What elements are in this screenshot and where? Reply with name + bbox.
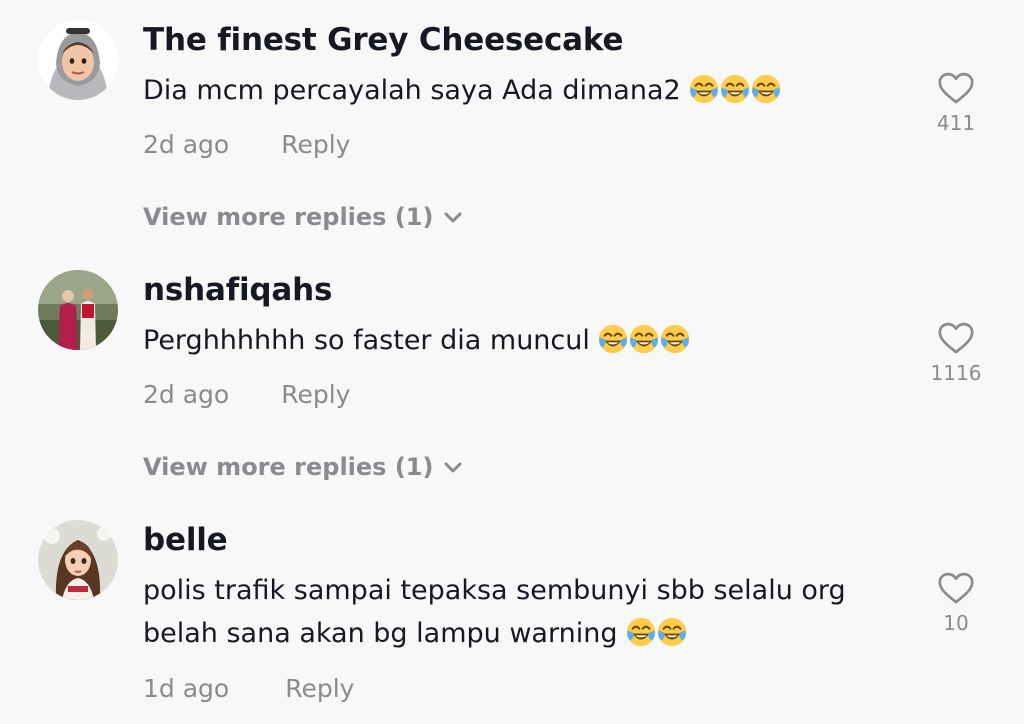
comment-username[interactable]: belle <box>143 522 228 558</box>
heart-icon <box>938 572 974 605</box>
reply-button[interactable]: Reply <box>281 130 350 159</box>
comment-text: Perghhhhhh so faster dia muncul <box>143 319 903 362</box>
face-with-tears-of-joy-icon <box>751 74 781 104</box>
comment-meta: 2d ago Reply <box>143 130 350 159</box>
comment-text-content: Perghhhhhh so faster dia muncul <box>143 325 590 356</box>
like-button[interactable]: 411 <box>930 72 982 135</box>
like-count: 411 <box>936 111 976 135</box>
comment-username[interactable]: The finest Grey Cheesecake <box>143 22 624 58</box>
comment-text-line: polis trafik sampai tepaksa sembunyi sbb… <box>143 575 846 606</box>
face-with-tears-of-joy-icon <box>720 74 750 104</box>
comment-meta: 1d ago Reply <box>143 674 354 703</box>
comment-time: 1d ago <box>143 674 230 703</box>
comment-text-line: belah sana akan bg lampu warning <box>143 618 618 649</box>
view-more-replies-label: View more replies (1) <box>143 453 434 481</box>
heart-icon <box>938 72 974 105</box>
like-button[interactable]: 1116 <box>930 322 982 385</box>
view-more-replies-label: View more replies (1) <box>143 203 434 231</box>
like-button[interactable]: 10 <box>930 572 982 635</box>
chevron-down-icon <box>443 212 463 224</box>
comment-meta: 2d ago Reply <box>143 380 350 409</box>
face-with-tears-of-joy-icon <box>598 324 628 354</box>
comment-text: Dia mcm percayalah saya Ada dimana2 <box>143 69 903 112</box>
face-with-tears-of-joy-icon <box>657 617 687 647</box>
avatar[interactable] <box>38 270 118 350</box>
comment-time: 2d ago <box>143 130 230 159</box>
face-with-tears-of-joy-icon <box>689 74 719 104</box>
avatar[interactable] <box>38 520 118 600</box>
reply-button[interactable]: Reply <box>281 380 350 409</box>
comment-text-line-wrap: belah sana akan bg lampu warning <box>143 612 903 655</box>
comment-time: 2d ago <box>143 380 230 409</box>
comment-text: polis trafik sampai tepaksa sembunyi sbb… <box>143 569 903 655</box>
chevron-down-icon <box>443 462 463 474</box>
heart-icon <box>938 322 974 355</box>
face-with-tears-of-joy-icon <box>660 324 690 354</box>
comment-text-content: Dia mcm percayalah saya Ada dimana2 <box>143 75 681 106</box>
comment-username[interactable]: nshafiqahs <box>143 272 332 308</box>
like-count: 1116 <box>930 361 982 385</box>
face-with-tears-of-joy-icon <box>626 617 656 647</box>
avatar[interactable] <box>38 20 118 100</box>
reply-button[interactable]: Reply <box>285 674 354 703</box>
like-count: 10 <box>943 611 969 635</box>
view-more-replies-button[interactable]: View more replies (1) <box>143 203 463 231</box>
view-more-replies-button[interactable]: View more replies (1) <box>143 453 463 481</box>
face-with-tears-of-joy-icon <box>629 324 659 354</box>
